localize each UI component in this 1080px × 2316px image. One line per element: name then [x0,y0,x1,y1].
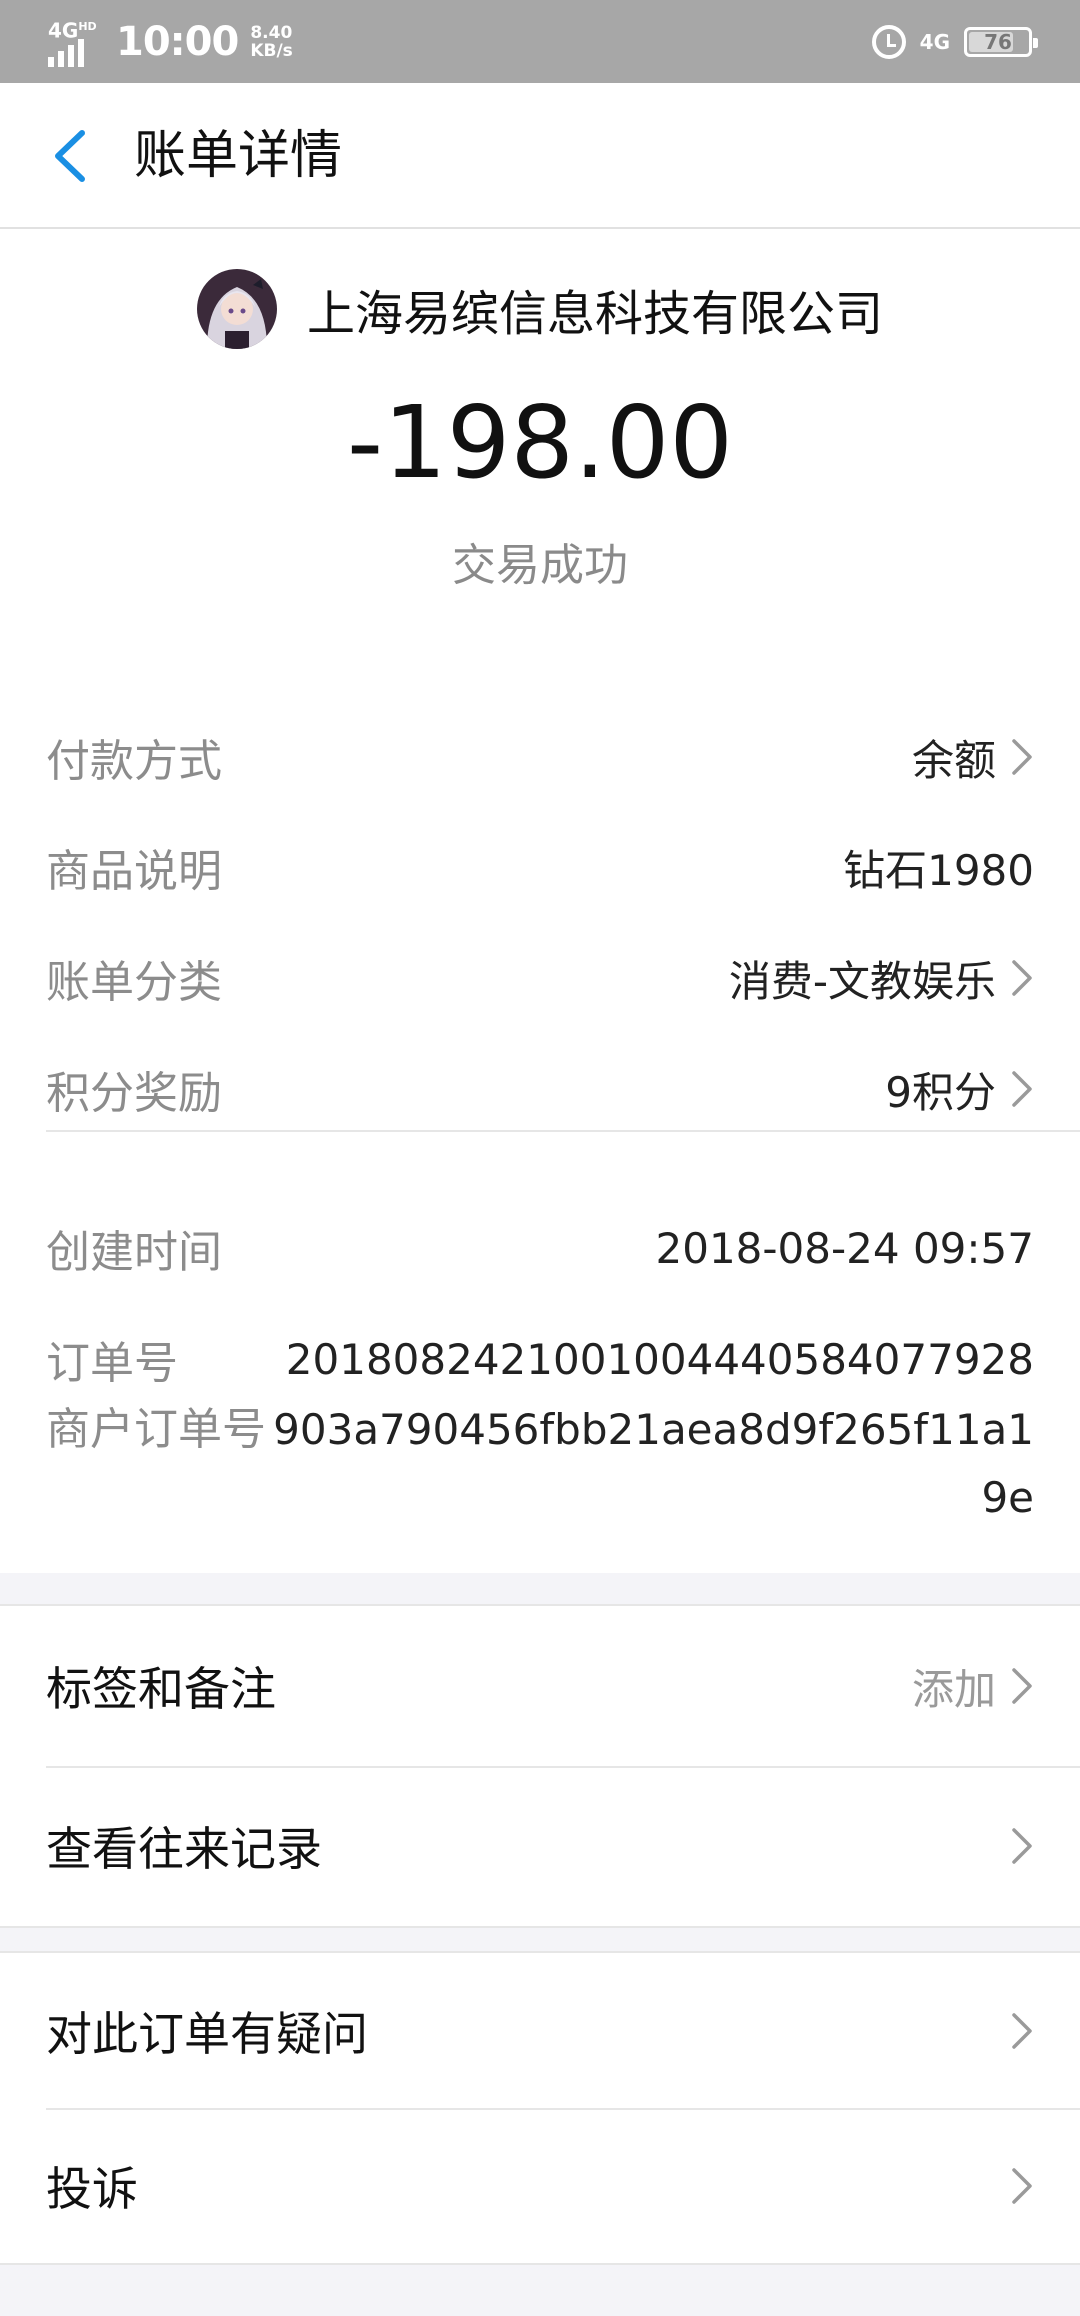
clock: 10:00 [116,18,239,65]
payment-method-value: 余额 [911,735,996,785]
created-time-row: 创建时间 2018-08-24 09:57 [46,1208,1034,1288]
points-reward-value: 9积分 [885,1067,996,1117]
product-description-value: 钻石1980 [843,845,1034,895]
network-speed: 8.40 KB/s [250,22,293,61]
complaint-label: 投诉 [46,2161,138,2216]
support-card: 对此订单有疑问 投诉 [0,1951,1080,2265]
chevron-right-icon [1012,1828,1032,1864]
order-number-row: 订单号 2018082421001004440584077928 [46,1319,1034,1399]
product-description-row: 商品说明 钻石1980 [46,827,1034,907]
merchant-order-number-row: 商户订单号 903a790456fbb21aea8d9f265f11a19e [46,1396,1034,1532]
tags-notes-row[interactable]: 标签和备注 添加 [0,1606,1080,1766]
status-bar: 4GHD 10:00 8.40 KB/s 4G 76 [0,0,1080,83]
signal-icon: 4GHD [48,17,104,67]
battery-icon: 76 [964,26,1038,57]
created-time-value: 2018-08-24 09:57 [655,1223,1034,1273]
merchant-info: 上海易缤信息科技有限公司 [0,269,1080,349]
merchant-name: 上海易缤信息科技有限公司 [306,286,883,342]
order-question-row[interactable]: 对此订单有疑问 [0,1953,1080,2108]
points-reward-label: 积分奖励 [46,1068,222,1119]
payment-method-row[interactable]: 付款方式 余额 [46,717,1034,797]
order-number-value: 2018082421001004440584077928 [285,1334,1034,1384]
app-header: 账单详情 [0,83,1080,229]
complaint-row[interactable]: 投诉 [0,2108,1080,2263]
transaction-amount: -198.00 [347,384,733,501]
merchant-avatar [196,269,277,349]
alarm-icon [871,24,906,59]
network-type-icon: 4G [919,29,950,54]
bill-category-label: 账单分类 [46,957,222,1008]
back-arrow-icon[interactable] [44,123,104,189]
merchant-order-number-value: 903a790456fbb21aea8d9f265f11a19e [273,1405,1034,1522]
page-title: 账单详情 [134,126,343,186]
chevron-right-icon [1012,2012,1032,2049]
product-description-label: 商品说明 [46,846,222,897]
merchant-order-number-label: 商户订单号 [46,1404,266,1455]
order-question-label: 对此订单有疑问 [46,2006,368,2061]
order-number-label: 订单号 [46,1338,178,1389]
chevron-right-icon [1012,739,1032,775]
chevron-right-icon [1012,1071,1032,1107]
divider [46,1130,1080,1132]
chevron-right-icon [1012,2167,1032,2204]
add-tags-link[interactable]: 添加 [912,1656,996,1717]
points-reward-row[interactable]: 积分奖励 9积分 [46,1049,1034,1129]
battery-level: 76 [984,29,1012,54]
view-history-label: 查看往来记录 [46,1822,322,1876]
created-time-label: 创建时间 [46,1227,222,1278]
chevron-right-icon [1012,960,1032,996]
bill-category-value: 消费-文教娱乐 [728,956,996,1006]
bill-category-row[interactable]: 账单分类 消费-文教娱乐 [46,938,1034,1018]
transaction-status: 交易成功 [452,540,628,591]
tags-notes-label: 标签和备注 [46,1662,276,1716]
tags-history-card: 标签和备注 添加 查看往来记录 [0,1604,1080,1928]
view-history-row[interactable]: 查看往来记录 [0,1766,1080,1926]
payment-method-label: 付款方式 [46,736,222,787]
chevron-right-icon [1012,1668,1032,1704]
bill-summary: 上海易缤信息科技有限公司 -198.00 交易成功 付款方式 余额 商品说明 钻… [0,229,1080,1573]
